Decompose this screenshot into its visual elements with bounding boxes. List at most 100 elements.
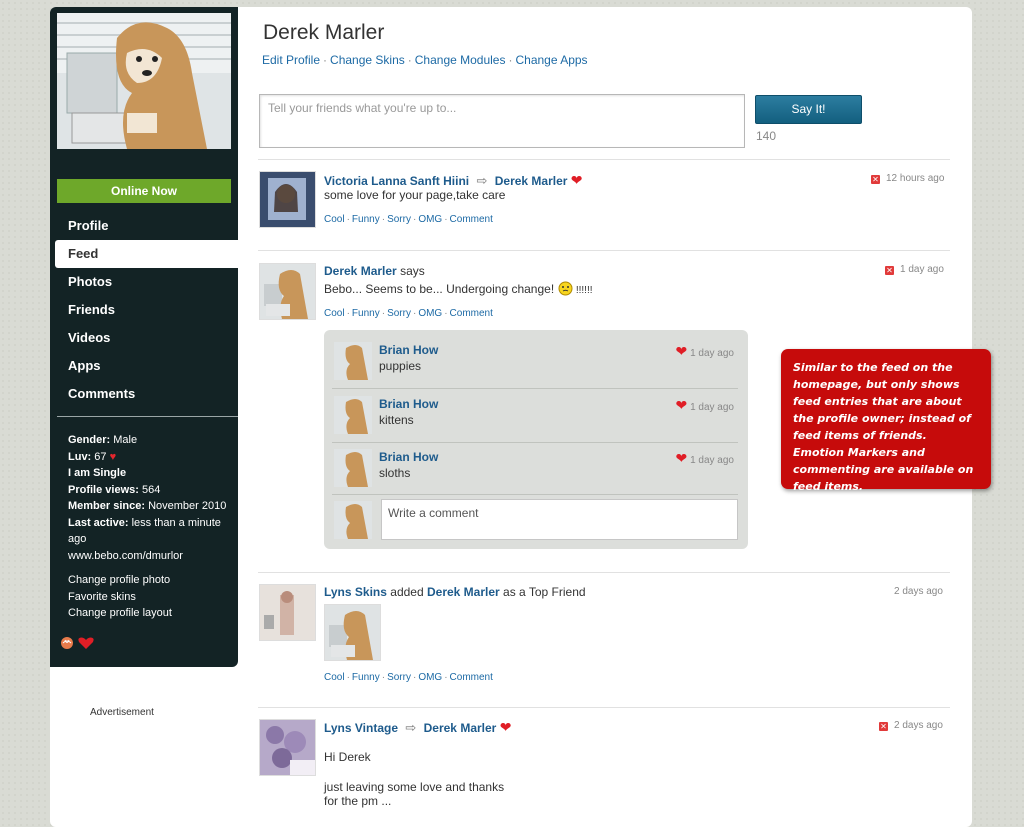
delete-icon[interactable]: ✕ xyxy=(871,175,880,184)
recipient-link[interactable]: Derek Marler xyxy=(424,721,497,735)
omg-link[interactable]: OMG xyxy=(418,672,442,683)
comment-text: sloths xyxy=(379,466,411,480)
timestamp: 1 day ago xyxy=(690,455,734,466)
feed-item-text: for the pm ... xyxy=(324,794,392,808)
avatar[interactable] xyxy=(259,584,316,641)
member-label: Member since: xyxy=(68,500,146,512)
funny-link[interactable]: Funny xyxy=(352,214,380,225)
sorry-link[interactable]: Sorry xyxy=(387,672,411,683)
luv-value: 67 xyxy=(94,450,107,463)
cool-link[interactable]: Cool xyxy=(324,672,345,683)
nav-photos[interactable]: Photos xyxy=(50,268,238,296)
emotion-actions: Cool · Funny · Sorry · OMG · Comment xyxy=(324,672,493,683)
gender-label: Gender: xyxy=(68,434,111,446)
change-photo-link[interactable]: Change profile photo xyxy=(68,572,172,589)
profile-photo[interactable] xyxy=(57,13,231,149)
favorite-skins-link[interactable]: Favorite skins xyxy=(68,589,172,606)
commenter-link[interactable]: Brian How xyxy=(379,450,438,464)
change-layout-link[interactable]: Change profile layout xyxy=(68,605,172,622)
avatar[interactable] xyxy=(334,449,372,487)
change-skins-link[interactable]: Change Skins xyxy=(330,53,405,67)
nav-profile[interactable]: Profile xyxy=(50,212,238,240)
character-counter: 140 xyxy=(756,129,777,143)
timestamp: 12 hours ago xyxy=(886,173,945,184)
sidebar-divider xyxy=(57,416,238,417)
profile-stats: Gender: Male Luv: 67 ♥ I am Single Profi… xyxy=(68,432,238,564)
page-title: Derek Marler xyxy=(263,21,385,44)
tail-text: as a Top Friend xyxy=(503,585,586,599)
views-label: Profile views: xyxy=(68,483,139,496)
feed-item-text: just leaving some love and thanks xyxy=(324,780,505,794)
divider xyxy=(332,494,738,495)
funny-link[interactable]: Funny xyxy=(352,308,380,319)
active-label: Last active: xyxy=(68,516,129,529)
say-it-button[interactable]: Say It! xyxy=(755,95,862,124)
author-link[interactable]: Victoria Lanna Sanft Hiini xyxy=(324,174,469,188)
gender-value: Male xyxy=(113,434,138,446)
comment-link[interactable]: Comment xyxy=(450,308,493,319)
heart-icon[interactable]: ❤ xyxy=(676,397,688,413)
comment-link[interactable]: Comment xyxy=(450,214,493,225)
profile-settings-links: Change profile photo Favorite skins Chan… xyxy=(68,572,172,622)
brain-icon[interactable] xyxy=(61,637,73,649)
nav-videos[interactable]: Videos xyxy=(50,324,238,352)
edit-profile-link[interactable]: Edit Profile xyxy=(262,53,320,67)
avatar[interactable] xyxy=(259,263,316,320)
feed-item-time: ✕ 12 hours ago xyxy=(871,173,944,184)
avatar[interactable] xyxy=(334,342,372,380)
funny-link[interactable]: Funny xyxy=(352,672,380,683)
comments-panel: Brian How puppies ❤ 1 day ago Brian How … xyxy=(324,330,748,549)
feed-item-header: Lyns Skins added Derek Marler as a Top F… xyxy=(324,585,586,599)
relationship-status: I am Single xyxy=(68,467,127,479)
status-text-suffix: !!!!!! xyxy=(575,285,593,296)
divider xyxy=(258,159,950,160)
sorry-link[interactable]: Sorry xyxy=(387,214,411,225)
status-input[interactable]: Tell your friends what you're up to... xyxy=(259,94,745,148)
comment-text: puppies xyxy=(379,359,422,373)
nav-feed[interactable]: Feed xyxy=(55,240,238,268)
change-apps-link[interactable]: Change Apps xyxy=(515,53,587,67)
nav-friends[interactable]: Friends xyxy=(50,296,238,324)
author-link[interactable]: Lyns Vintage xyxy=(324,721,398,735)
author-link[interactable]: Lyns Skins xyxy=(324,585,387,599)
avatar[interactable] xyxy=(259,171,316,228)
comment-link[interactable]: Comment xyxy=(450,672,493,683)
divider xyxy=(258,707,950,708)
divider xyxy=(258,250,950,251)
feed-item-text: Bebo... Seems to be... Undergoing change… xyxy=(324,281,593,296)
cool-link[interactable]: Cool xyxy=(324,308,345,319)
comment-time: ❤ 1 day ago xyxy=(676,450,734,467)
emotion-actions: Cool · Funny · Sorry · OMG · Comment xyxy=(324,214,493,225)
delete-icon[interactable]: ✕ xyxy=(879,722,888,731)
nav-comments[interactable]: Comments xyxy=(50,380,238,408)
feed-item-time: ✕ 2 days ago xyxy=(879,720,943,731)
sorry-link[interactable]: Sorry xyxy=(387,308,411,319)
commenter-link[interactable]: Brian How xyxy=(379,397,438,411)
timestamp: 2 days ago xyxy=(894,720,943,731)
author-link[interactable]: Derek Marler xyxy=(324,264,397,278)
commenter-link[interactable]: Brian How xyxy=(379,343,438,357)
avatar[interactable] xyxy=(259,719,316,776)
avatar[interactable] xyxy=(334,396,372,434)
top-friend-photo[interactable] xyxy=(324,604,381,661)
annotation-callout: Similar to the feed on the homepage, but… xyxy=(781,349,991,493)
comment-input[interactable]: Write a comment xyxy=(381,499,738,540)
heart-icon[interactable] xyxy=(78,637,94,650)
profile-url[interactable]: www.bebo.com/dmurlor xyxy=(68,548,238,565)
recipient-link[interactable]: Derek Marler xyxy=(427,585,500,599)
advertisement-label: Advertisement xyxy=(90,707,154,718)
says-text: says xyxy=(400,264,425,278)
heart-icon[interactable]: ❤ xyxy=(676,450,688,466)
timestamp: 1 day ago xyxy=(900,264,944,275)
recipient-link[interactable]: Derek Marler xyxy=(495,174,568,188)
nav-apps[interactable]: Apps xyxy=(50,352,238,380)
verb-text: added xyxy=(390,585,424,599)
sidebar-badges xyxy=(60,635,100,654)
heart-icon: ♥ xyxy=(109,450,117,463)
heart-icon[interactable]: ❤ xyxy=(676,343,688,359)
delete-icon[interactable]: ✕ xyxy=(885,266,894,275)
change-modules-link[interactable]: Change Modules xyxy=(415,53,506,67)
omg-link[interactable]: OMG xyxy=(418,214,442,225)
omg-link[interactable]: OMG xyxy=(418,308,442,319)
cool-link[interactable]: Cool xyxy=(324,214,345,225)
